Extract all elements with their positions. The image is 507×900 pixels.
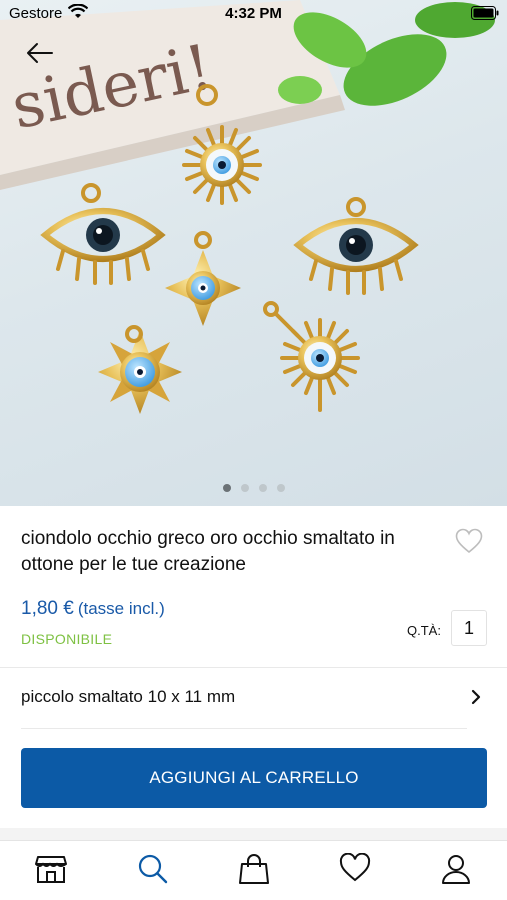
user-icon: [442, 855, 470, 884]
store-icon: [35, 856, 67, 883]
tax-note: (tasse incl.): [77, 599, 165, 618]
product-photo: sideri!: [0, 0, 495, 414]
pagination-dot[interactable]: [222, 484, 231, 492]
pagination-dot[interactable]: [258, 484, 267, 492]
product-image-gallery[interactable]: sideri! Gestore 4:32 PM: [0, 0, 507, 506]
variant-label: piccolo smaltato 10 x 11 mm: [21, 687, 236, 706]
variant-selector[interactable]: piccolo smaltato 10 x 11 mm: [0, 668, 507, 728]
tab-wishlist[interactable]: [337, 853, 373, 889]
heart-outline-icon: [455, 528, 483, 554]
wishlist-button[interactable]: [455, 528, 483, 554]
quantity-label: Q.TÀ:: [407, 623, 441, 638]
search-icon: [138, 854, 168, 884]
tab-cart[interactable]: [236, 853, 272, 889]
product-title: ciondolo occhio greco oro occhio smaltat…: [21, 528, 395, 575]
product-price: 1,80 € (tasse incl.): [21, 598, 165, 620]
heart-icon: [339, 853, 371, 882]
shopping-bag-icon: [239, 854, 269, 884]
pagination-dot[interactable]: [240, 484, 249, 492]
add-to-cart-button[interactable]: AGGIUNGI AL CARRELLO: [21, 748, 487, 808]
status-bar: Gestore 4:32 PM: [0, 0, 507, 28]
price-value: 1,80 €: [21, 598, 74, 619]
quantity-input[interactable]: 1: [451, 610, 487, 646]
pagination-dot[interactable]: [276, 484, 285, 492]
tab-store[interactable]: [33, 853, 69, 889]
gallery-pagination[interactable]: [0, 479, 507, 492]
bottom-tab-bar: [0, 840, 507, 900]
arrow-left-icon: [27, 43, 53, 63]
availability-status: DISPONIBILE: [21, 631, 113, 647]
divider: [21, 728, 467, 729]
chevron-right-icon: [469, 688, 483, 706]
back-button[interactable]: [22, 40, 56, 66]
section-gap: [0, 828, 507, 840]
battery-icon: [471, 6, 499, 24]
tab-search[interactable]: [135, 853, 171, 889]
tab-account[interactable]: [438, 853, 474, 889]
clock: 4:32 PM: [225, 5, 282, 22]
